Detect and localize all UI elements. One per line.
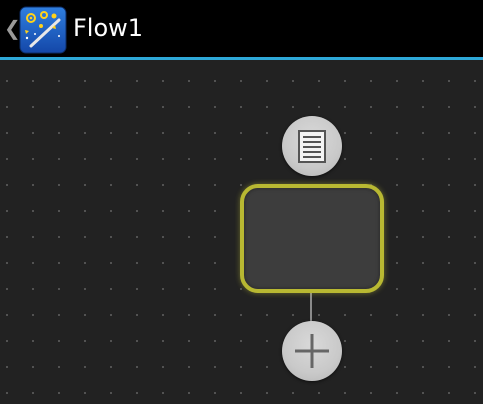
app-screen: ❮ Flow1 — [0, 0, 483, 404]
document-list-icon — [298, 130, 326, 163]
plus-icon — [295, 334, 329, 368]
flow-app-icon — [19, 6, 67, 54]
action-bar: ❮ Flow1 — [0, 0, 483, 57]
node-details-button[interactable] — [282, 116, 342, 176]
up-navigation-button[interactable]: ❮ — [0, 0, 70, 57]
flow-node-selected[interactable] — [240, 184, 384, 293]
node-connector-line — [310, 292, 312, 322]
add-node-button[interactable] — [282, 321, 342, 381]
action-bar-title: Flow1 — [73, 14, 144, 42]
